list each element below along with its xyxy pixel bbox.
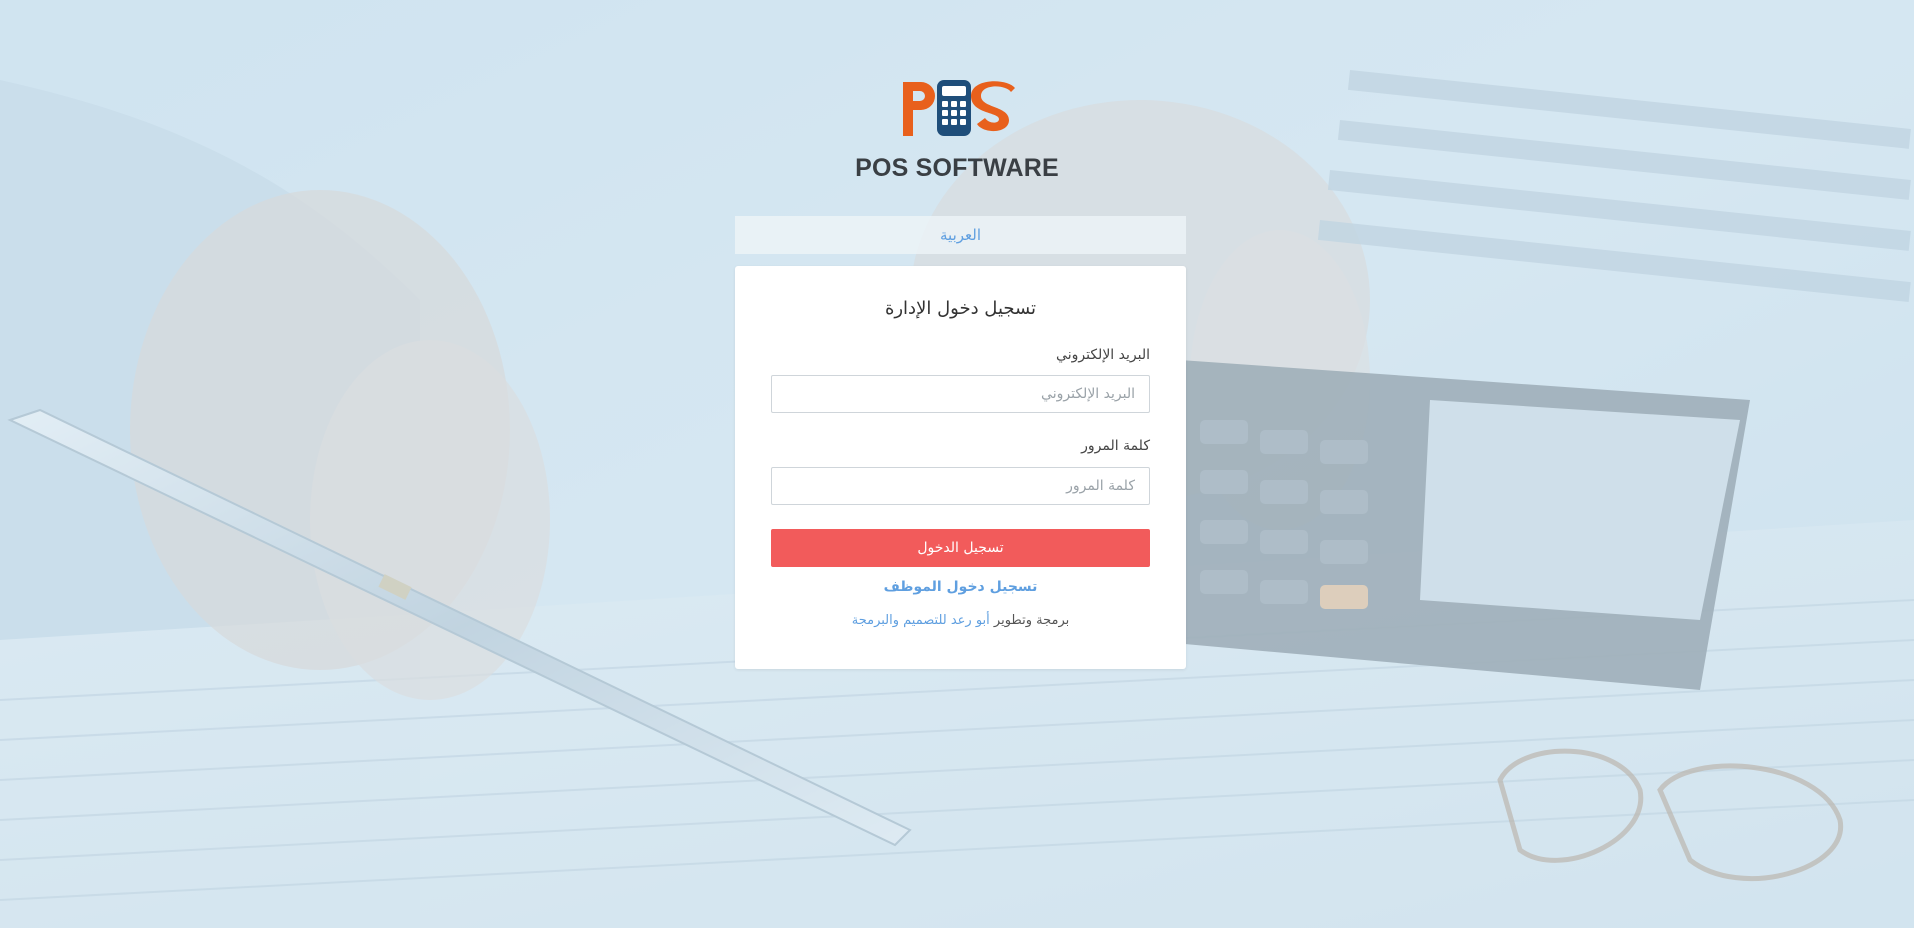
brand-name: POS SOFTWARE (855, 154, 1059, 182)
email-label: البريد الإلكتروني (1056, 347, 1150, 363)
language-bar: العربية (735, 216, 1186, 254)
pos-calculator-logo-icon (903, 80, 1015, 136)
brand-logo: POS SOFTWARE (0, 78, 1914, 183)
developer-credit: برمجة وتطوير أبو رعد للتصميم والبرمجة (735, 613, 1186, 628)
page-title: تسجيل دخول الإدارة (884, 298, 1037, 319)
email-field[interactable] (771, 375, 1150, 413)
admin-login-card: تسجيل دخول الإدارة البريد الإلكتروني كلم… (735, 266, 1186, 669)
employee-login-link[interactable]: تسجيل دخول الموظف (735, 579, 1186, 595)
password-field[interactable] (771, 467, 1150, 505)
developer-link[interactable]: أبو رعد للتصميم والبرمجة (852, 613, 990, 628)
language-switch-link[interactable]: العربية (940, 226, 981, 244)
credit-prefix: برمجة وتطوير (993, 613, 1070, 628)
password-label: كلمة المرور (1081, 438, 1150, 454)
login-button[interactable]: تسجيل الدخول (771, 529, 1150, 567)
